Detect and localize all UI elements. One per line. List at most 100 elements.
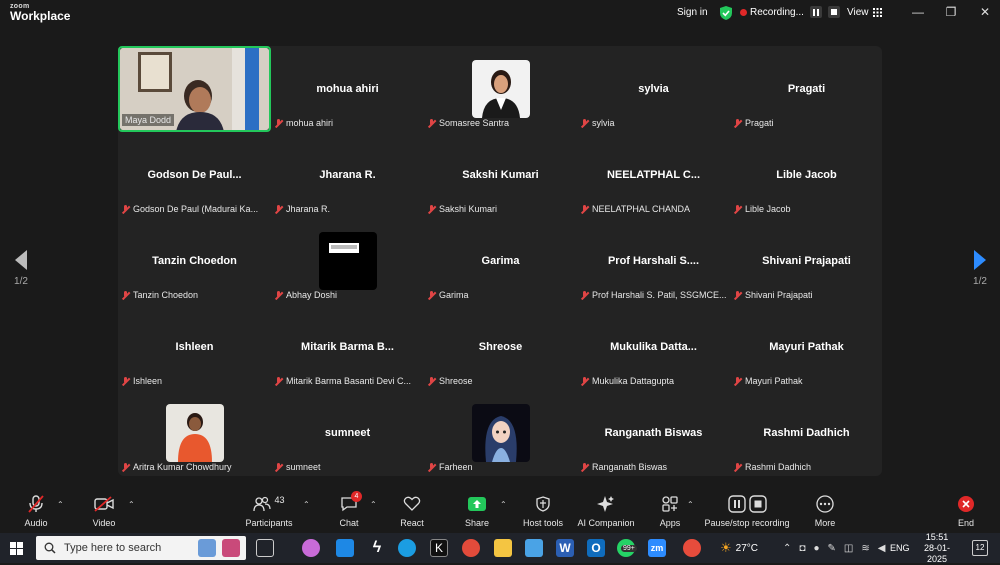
participant-tile[interactable]: Prof Harshali S.... Prof Harshali S. Pati… [577,218,730,304]
participant-tile[interactable]: Maya Dodd [118,46,271,132]
tray-mic-icon: ● [813,542,820,554]
participant-name: Somasree Santra [439,118,510,128]
participant-tile[interactable]: Abhay Doshi [271,218,424,304]
participant-tile[interactable]: Rashmi Dadhich Rashmi Dadhich [730,390,883,476]
system-tray[interactable]: ⌃ ◘ ● ✎ ◫ ≋ ◀ [783,533,885,563]
participant-tile[interactable]: Lible Jacob Lible Jacob [730,132,883,218]
share-button[interactable]: Share [462,494,492,528]
react-button[interactable]: React [397,494,427,528]
participant-tile[interactable]: sumneet sumneet [271,390,424,476]
zoom-app-icon[interactable]: zm [648,539,666,557]
video-options-chevron-icon[interactable]: ⌃ [128,500,135,509]
apps-chevron-icon[interactable]: ⌃ [687,500,694,509]
participant-tile[interactable]: Ranganath Biswas Ranganath Biswas [577,390,730,476]
clock-date: 28-01-2025 [923,542,950,564]
more-button[interactable]: More [810,494,840,528]
participant-tile[interactable]: Sakshi Kumari Sakshi Kumari [424,132,577,218]
participant-name-label: Abhay Doshi [274,290,337,300]
books-widget-icon[interactable] [198,539,216,557]
end-meeting-button[interactable]: End [952,494,980,528]
weather-widget[interactable]: ☀ 27°C [720,533,758,563]
mic-muted-icon [733,118,742,128]
edge-browser-icon[interactable] [398,539,416,557]
close-window-button[interactable]: ✕ [977,5,993,19]
participant-name: NEELATPHAL CHANDA [592,204,691,214]
audio-options-chevron-icon[interactable]: ⌃ [57,500,64,509]
whatsapp-icon[interactable]: 99+ [617,539,637,557]
kindle-app-icon[interactable]: K [430,539,448,557]
copilot-icon[interactable] [302,539,320,557]
participants-icon [253,496,272,512]
task-view-icon[interactable] [256,539,274,557]
video-button[interactable]: Video [86,494,122,528]
minimize-button[interactable]: — [910,5,926,19]
lightning-app-icon[interactable]: ϟ [368,539,386,557]
participant-tile[interactable]: Aritra Kumar Chowdhury [118,390,271,476]
tray-chevron-icon[interactable]: ⌃ [783,543,791,554]
participant-name: Pragati [745,118,774,128]
pause-stop-recording-button[interactable]: Pause/stop recording [702,494,792,528]
participants-chevron-icon[interactable]: ⌃ [303,500,310,509]
host-tools-button[interactable]: Host tools [521,494,565,528]
tray-wifi-icon: ≋ [861,542,870,554]
participant-display-name: Garima [481,255,520,267]
notification-center-icon[interactable]: 12 [972,540,988,556]
sign-in-link[interactable]: Sign in [677,7,708,18]
dropbox-icon[interactable] [336,539,354,557]
participant-tile[interactable]: Godson De Paul... Godson De Paul (Madurai… [118,132,271,218]
participant-tile[interactable]: Somasree Santra [424,46,577,132]
participant-tile[interactable]: Shreose Shreose [424,304,577,390]
participant-name: Shreose [439,376,473,386]
participant-tile[interactable]: Jharana R. Jharana R. [271,132,424,218]
end-label: End [957,518,974,528]
participant-name: Jharana R. [286,204,331,214]
pause-recording-icon[interactable] [809,6,822,18]
word-app-icon[interactable]: W [556,539,574,557]
video-off-icon [94,496,114,512]
participant-tile[interactable]: Mitarik Barma B... Mitarik Barma Basanti … [271,304,424,390]
next-page-button[interactable]: 1/2 [969,250,991,287]
file-explorer-icon[interactable] [494,539,512,557]
apps-button[interactable]: Apps [656,494,684,528]
stop-recording-icon[interactable] [827,6,840,18]
ai-companion-button[interactable]: AI Companion [575,494,637,528]
chat-button[interactable]: 4 Chat [334,491,364,528]
participant-name: Mukulika Dattagupta [592,376,675,386]
participant-tile[interactable]: Farheen [424,390,577,476]
audio-button[interactable]: Audio [18,494,54,528]
help-icon[interactable] [683,539,701,557]
windows-taskbar: Type here to search ϟ K W O 99+ zm ☀ 27°… [0,532,1000,564]
participant-tile[interactable]: Shivani Prajapati Shivani Prajapati [730,218,883,304]
participant-tile[interactable]: sylvia sylvia [577,46,730,132]
shield-icon[interactable] [720,6,732,20]
page-indicator-right: 1/2 [973,276,987,287]
apps-icon [662,496,678,512]
restore-button[interactable]: ❐ [943,5,959,19]
participant-name: Mayuri Pathak [745,376,803,386]
photos-app-icon[interactable] [525,539,543,557]
outlook-app-icon[interactable]: O [587,539,605,557]
prev-page-button[interactable]: 1/2 [10,250,32,287]
view-button[interactable]: View [847,7,882,18]
participant-tile[interactable]: Tanzin Choedon Tanzin Choedon [118,218,271,304]
language-indicator[interactable]: ENG [890,533,910,563]
clock[interactable]: 15:51 28-01-2025 [914,532,960,564]
participant-tile[interactable]: Garima Garima [424,218,577,304]
more-icon [816,495,834,513]
participant-tile[interactable]: NEELATPHAL C... NEELATPHAL CHANDA [577,132,730,218]
participant-tile[interactable]: mohua ahiri mohua ahiri [271,46,424,132]
share-chevron-icon[interactable]: ⌃ [500,500,507,509]
windows-start-icon[interactable] [10,542,23,555]
participant-tile[interactable]: Ishleen Ishleen [118,304,271,390]
mic-muted-icon [274,204,283,214]
participant-tile[interactable]: Pragati Pragati [730,46,883,132]
books-widget-icon-2[interactable] [222,539,240,557]
chrome-browser-icon[interactable] [462,539,480,557]
mic-muted-icon [427,204,436,214]
chat-label: Chat [339,518,359,528]
participants-button[interactable]: 43 Participants [244,494,294,528]
chat-chevron-icon[interactable]: ⌃ [370,500,377,509]
view-label: View [847,7,869,18]
participant-tile[interactable]: Mayuri Pathak Mayuri Pathak [730,304,883,390]
participant-tile[interactable]: Mukulika Datta... Mukulika Dattagupta [577,304,730,390]
